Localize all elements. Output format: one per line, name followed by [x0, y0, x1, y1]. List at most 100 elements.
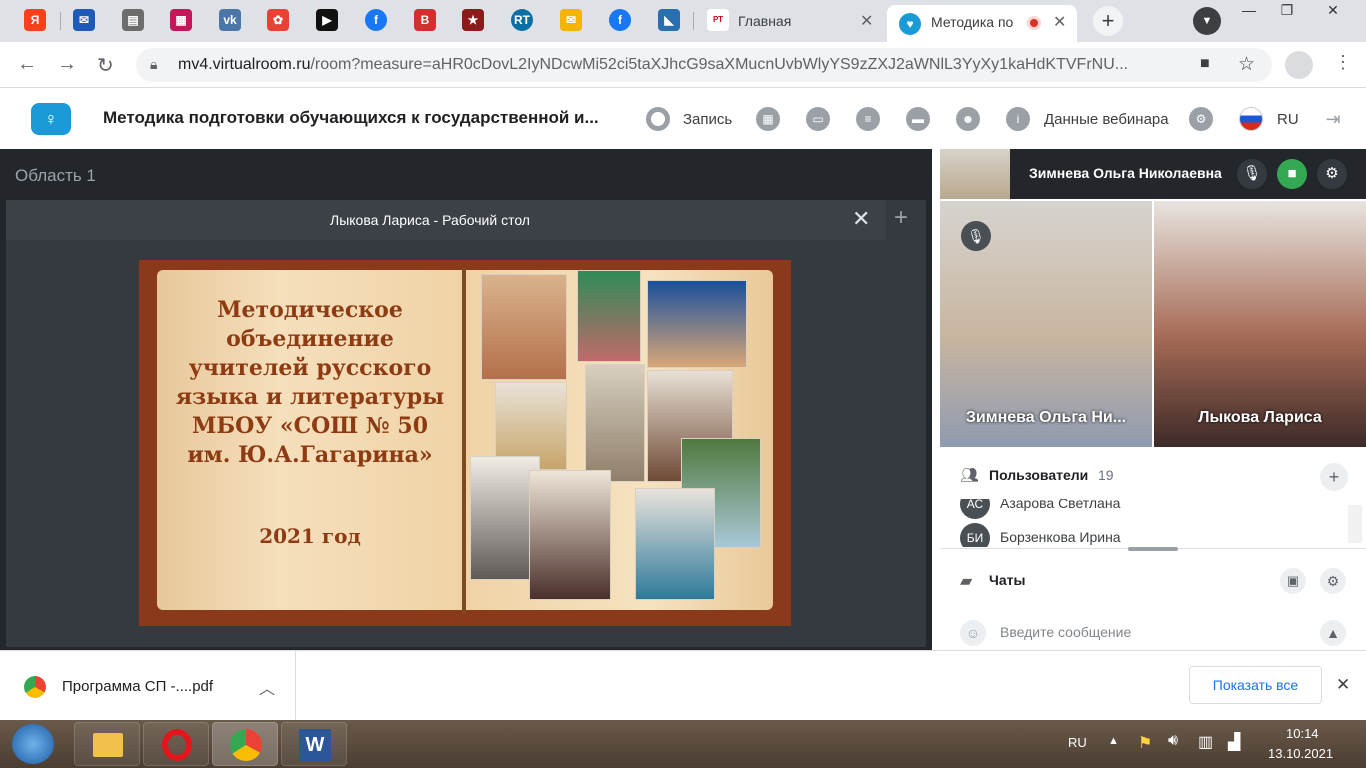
chart-tab-icon[interactable]: ◣	[658, 9, 680, 31]
document-tab-icon[interactable]: ▤	[122, 9, 144, 31]
clock-date[interactable]: 13.10.2021	[1268, 746, 1333, 761]
word-taskbar-icon[interactable]: W	[281, 722, 347, 766]
tray-expand-icon[interactable]: ▲	[1108, 735, 1119, 747]
download-file-name[interactable]: Программа СП -....pdf	[62, 678, 213, 695]
star-tab-icon[interactable]: ★	[462, 9, 484, 31]
tab-search-icon[interactable]: ▼	[1193, 7, 1221, 35]
forward-icon[interactable]: →	[57, 53, 77, 76]
url-text[interactable]: mv4.virtualroom.ru/room?measure=aHR0cDov…	[178, 56, 1128, 74]
participant-video[interactable]: 🎙︎ Зимнева Ольга Ни...	[940, 201, 1152, 447]
bookmark-star-icon[interactable]: ☆	[1238, 53, 1255, 76]
chat-settings-icon[interactable]: ⚙	[1320, 568, 1346, 594]
volume-icon[interactable]: 🔊︎	[1168, 732, 1178, 750]
panel-close-icon[interactable]: ✕	[852, 206, 870, 232]
record-icon[interactable]	[646, 107, 670, 131]
panel-add-icon[interactable]: +	[894, 204, 908, 232]
mic-off-icon[interactable]: 🎙︎	[1237, 159, 1267, 189]
browser-toolbar: ← → ↻ 🔒︎ mv4.virtualroom.ru/room?measure…	[0, 42, 1366, 88]
add-user-icon[interactable]: +	[1320, 463, 1348, 491]
window-close-icon[interactable]: ✕	[1318, 2, 1348, 22]
media-settings-icon[interactable]: ⚙	[1317, 159, 1347, 189]
minimize-icon[interactable]: —	[1234, 2, 1264, 22]
video-tab-icon[interactable]: ▶	[316, 9, 338, 31]
chat-bubble-icon: ▰	[960, 573, 973, 590]
users-scrollbar[interactable]	[1348, 505, 1362, 543]
yandex-tab-icon[interactable]: Я	[24, 9, 46, 31]
layout-grid-icon[interactable]: ▦	[756, 107, 780, 131]
recording-dot-icon	[1027, 16, 1041, 30]
chevron-up-icon[interactable]: ︿	[259, 675, 275, 699]
signal-icon[interactable]: ▟	[1228, 732, 1240, 752]
virtualroom-logo-icon: ♀	[31, 103, 71, 135]
users-panel: 👥︎ Пользователи 19 + АС Азарова Светлана…	[940, 449, 1366, 551]
chats-title[interactable]: Чаты	[989, 572, 1025, 588]
tab-close-icon[interactable]: ✕	[1053, 12, 1066, 32]
self-camera-bar: Зимнева Ольга Николаевна 🎙︎ ■ ⚙	[940, 149, 1366, 199]
user-name: Азарова Светлана	[1000, 499, 1121, 511]
restore-icon[interactable]: ❐	[1272, 2, 1302, 22]
exit-icon[interactable]: ⇥	[1321, 107, 1345, 131]
panel-title: Лыкова Лариса - Рабочий стол	[330, 212, 530, 228]
facebook2-tab-icon[interactable]: f	[609, 9, 631, 31]
resize-handle[interactable]	[1128, 547, 1178, 551]
participant-video[interactable]: Лыкова Лариса	[1154, 201, 1366, 447]
tab-active[interactable]: ♥ Методика по ✕	[887, 5, 1077, 42]
downloads-close-icon[interactable]: ✕	[1336, 675, 1350, 695]
language-selector[interactable]: RU	[1277, 111, 1299, 128]
new-tab-plus-icon[interactable]: +	[1093, 6, 1123, 36]
notes-icon[interactable]: ≡	[856, 107, 880, 131]
info-icon[interactable]: i	[1006, 107, 1030, 131]
users-count: 19	[1098, 467, 1114, 483]
lock-icon[interactable]: 🔒︎	[150, 56, 157, 73]
users-list: АС Азарова Светлана БИ Борзенкова Ирина	[940, 499, 1366, 547]
back-icon[interactable]: ←	[17, 53, 37, 76]
address-bar[interactable]: 🔒︎ mv4.virtualroom.ru/room?measure=aHR0c…	[136, 48, 1272, 82]
rt-tab-icon[interactable]: RT	[511, 9, 533, 31]
envelope-tab-icon[interactable]: ✉	[560, 9, 582, 31]
send-icon[interactable]: ▲	[1320, 620, 1346, 646]
emoji-icon[interactable]: ☺	[960, 620, 986, 646]
webinar-title: Методика подготовки обучающихся к госуда…	[103, 108, 599, 127]
downloads-bar: Программа СП -....pdf ︿ Показать все ✕	[0, 650, 1366, 721]
start-button-icon[interactable]	[12, 724, 54, 764]
book-year: 2021 год	[259, 524, 361, 548]
profile-avatar-icon[interactable]	[1285, 51, 1313, 79]
tab-glavnaya-label[interactable]: Главная	[738, 13, 791, 29]
tray-language[interactable]: RU	[1068, 735, 1087, 750]
b-tab-icon[interactable]: B	[414, 9, 436, 31]
chrome-taskbar-icon[interactable]	[212, 722, 278, 766]
main-stage: Область 1 Лыкова Лариса - Рабочий стол ✕…	[0, 149, 932, 650]
virtualroom-icon: ♥	[899, 13, 921, 35]
russian-flag-icon[interactable]	[1239, 107, 1263, 131]
facebook-tab-icon[interactable]: f	[365, 9, 387, 31]
screen-share-icon[interactable]: ▭	[806, 107, 830, 131]
folder-icon[interactable]: ▬	[906, 107, 930, 131]
mail-tab-icon[interactable]: ✉	[73, 9, 95, 31]
gallery-tab-icon[interactable]: ▦	[170, 9, 192, 31]
flower-tab-icon[interactable]: ✿	[267, 9, 289, 31]
network-icon[interactable]: ▥	[1198, 732, 1213, 752]
divider	[295, 651, 296, 721]
clock-time[interactable]: 10:14	[1286, 726, 1319, 741]
reload-icon[interactable]: ↻	[97, 53, 114, 78]
show-all-button[interactable]: Показать все	[1189, 666, 1322, 704]
tab-close-icon[interactable]: ✕	[860, 11, 873, 31]
self-video-thumbnail[interactable]	[940, 149, 1010, 199]
vk-tab-icon[interactable]: vk	[219, 9, 241, 31]
participant-name: Зимнева Ольга Ни...	[965, 409, 1127, 426]
webinar-data-button[interactable]: Данные вебинара	[1044, 111, 1169, 128]
explorer-taskbar-icon[interactable]	[74, 722, 140, 766]
users-title[interactable]: Пользователи	[989, 467, 1088, 483]
browser-menu-icon[interactable]: ⋮	[1334, 52, 1352, 73]
settings-gear-icon[interactable]: ⚙	[1189, 107, 1213, 131]
camera-on-icon[interactable]: ■	[1277, 159, 1307, 189]
tab-separator	[60, 12, 61, 30]
chat-export-icon[interactable]: ▣	[1280, 568, 1306, 594]
opera-taskbar-icon[interactable]	[143, 722, 209, 766]
camera-permission-icon[interactable]: ■	[1200, 55, 1210, 73]
record-button[interactable]: Запись	[683, 111, 732, 128]
chat-input[interactable]: Введите сообщение	[1000, 624, 1131, 640]
tray-action-icon[interactable]: ⚑	[1138, 733, 1152, 753]
avatar: АС	[960, 499, 990, 519]
user-settings-icon[interactable]: ☻	[956, 107, 980, 131]
